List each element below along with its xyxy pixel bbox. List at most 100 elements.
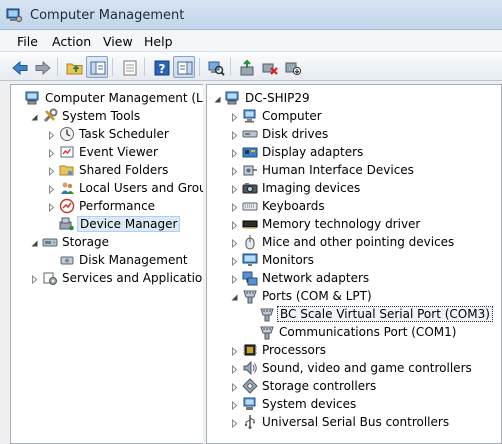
tree-item-label: Display adapters bbox=[262, 145, 364, 159]
collapse-arrow-icon[interactable] bbox=[213, 93, 222, 103]
expand-arrow-icon[interactable] bbox=[230, 183, 239, 195]
help-icon: ? bbox=[154, 60, 170, 76]
scan-hardware-changes-button[interactable] bbox=[204, 56, 226, 78]
monitor-icon bbox=[242, 252, 258, 268]
storage-controller-icon bbox=[242, 378, 258, 394]
show-hide-console-tree-button[interactable] bbox=[86, 56, 108, 78]
back-arrow-icon bbox=[12, 60, 28, 76]
tree-item-label: Universal Serial Bus controllers bbox=[262, 415, 450, 429]
memory-icon bbox=[242, 216, 258, 232]
computer-root-icon bbox=[225, 90, 241, 106]
expand-arrow-icon[interactable] bbox=[47, 183, 56, 195]
system-tools-icon bbox=[42, 108, 58, 124]
tree-item-label: Mice and other pointing devices bbox=[262, 235, 455, 249]
back-button[interactable] bbox=[8, 56, 30, 78]
uninstall-icon bbox=[262, 63, 278, 75]
expand-arrow-icon[interactable] bbox=[230, 129, 239, 141]
keyboard-icon bbox=[242, 198, 258, 214]
expand-arrow-icon[interactable] bbox=[230, 111, 239, 123]
disk-drive-icon bbox=[242, 126, 258, 142]
expand-arrow-icon[interactable] bbox=[47, 165, 56, 177]
tree-item-label: Device Manager bbox=[77, 216, 181, 232]
tree-item-label: DC-SHIP29 bbox=[245, 91, 310, 105]
usb-icon bbox=[242, 414, 258, 430]
tree-item-label: System Tools bbox=[62, 109, 141, 123]
tree-item-label: Computer Management (Local bbox=[45, 91, 203, 105]
tree-item-label: Shared Folders bbox=[79, 163, 169, 177]
tree-item-label: Storage controllers bbox=[262, 379, 377, 393]
console-tree-pane[interactable]: Computer Management (Local System Tools Ta… bbox=[10, 84, 203, 444]
collapse-arrow-icon[interactable] bbox=[30, 111, 39, 121]
expand-arrow-icon[interactable] bbox=[230, 381, 239, 393]
disable-device-button[interactable] bbox=[281, 56, 303, 78]
export-list-button[interactable] bbox=[118, 56, 140, 78]
expand-arrow-icon[interactable] bbox=[47, 201, 56, 213]
expand-arrow-icon[interactable] bbox=[230, 237, 239, 249]
port-icon bbox=[242, 288, 258, 304]
tree-item-label: Monitors bbox=[262, 253, 314, 267]
mouse-icon bbox=[242, 234, 258, 250]
device-tree-pane[interactable]: DC-SHIP29 Computer Disk drives Display adap… bbox=[206, 84, 502, 444]
menu-view[interactable]: View bbox=[103, 34, 133, 49]
tree-item-label: BC Scale Virtual Serial Port (COM3) bbox=[277, 306, 493, 322]
tree-item-label: Communications Port (COM1) bbox=[279, 325, 457, 339]
tree-item-label: Event Viewer bbox=[79, 145, 158, 159]
action-pane-icon bbox=[177, 61, 193, 75]
update-driver-icon bbox=[240, 59, 254, 76]
menu-file[interactable]: File bbox=[17, 34, 38, 49]
expand-arrow-icon[interactable] bbox=[230, 399, 239, 411]
tree-item-label: Imaging devices bbox=[262, 181, 361, 195]
tree-item-label: Keyboards bbox=[262, 199, 325, 213]
title-bar[interactable]: Computer Management bbox=[0, 0, 502, 30]
expand-arrow-icon[interactable] bbox=[230, 273, 239, 285]
tree-item-label: Task Scheduler bbox=[79, 127, 169, 141]
menu-action[interactable]: Action bbox=[52, 34, 91, 49]
update-driver-button[interactable] bbox=[235, 56, 257, 78]
expand-arrow-icon[interactable] bbox=[230, 345, 239, 357]
collapse-arrow-icon[interactable] bbox=[230, 291, 239, 301]
imaging-icon bbox=[242, 180, 258, 196]
tree-item-label: Storage bbox=[62, 235, 109, 249]
shared-folders-icon bbox=[59, 162, 75, 178]
expand-arrow-icon[interactable] bbox=[230, 219, 239, 231]
folder-up-icon bbox=[66, 63, 83, 75]
expand-arrow-icon[interactable] bbox=[230, 201, 239, 213]
computer-icon bbox=[242, 108, 258, 124]
tree-item-label: Local Users and Groups bbox=[79, 181, 203, 195]
forward-button[interactable] bbox=[31, 56, 53, 78]
computer-management-icon bbox=[25, 90, 41, 106]
menu-bar: File Action View Help bbox=[0, 31, 502, 51]
show-hide-action-pane-button[interactable] bbox=[173, 56, 195, 78]
menu-help[interactable]: Help bbox=[144, 34, 173, 49]
scan-hardware-icon bbox=[208, 61, 225, 76]
services-icon bbox=[42, 270, 58, 286]
tree-item-label: Memory technology driver bbox=[262, 217, 421, 231]
tree-item-label: Ports (COM & LPT) bbox=[262, 289, 372, 303]
expand-arrow-icon[interactable] bbox=[230, 363, 239, 375]
storage-icon bbox=[42, 234, 58, 250]
up-one-level-button[interactable] bbox=[63, 56, 85, 78]
forward-arrow-icon bbox=[35, 60, 51, 76]
tree-item-label: Computer bbox=[262, 109, 322, 123]
expand-arrow-icon[interactable] bbox=[230, 417, 239, 429]
expand-arrow-icon[interactable] bbox=[230, 165, 239, 177]
sound-icon bbox=[242, 360, 258, 376]
expand-arrow-icon[interactable] bbox=[30, 273, 39, 285]
task-scheduler-icon bbox=[59, 126, 75, 142]
hid-icon bbox=[242, 162, 258, 178]
port-icon bbox=[259, 306, 275, 322]
expand-arrow-icon[interactable] bbox=[47, 129, 56, 141]
expand-arrow-icon[interactable] bbox=[47, 147, 56, 159]
collapse-arrow-icon[interactable] bbox=[30, 237, 39, 247]
tree-item-label: Performance bbox=[79, 199, 156, 213]
disable-device-icon bbox=[285, 62, 302, 76]
help-button[interactable]: ? bbox=[150, 56, 172, 78]
event-viewer-icon bbox=[59, 144, 75, 160]
tree-item-label: Disk Management bbox=[79, 253, 188, 267]
expand-arrow-icon[interactable] bbox=[230, 147, 239, 159]
tree-item-label: Network adapters bbox=[262, 271, 370, 285]
list-icon bbox=[123, 60, 137, 76]
uninstall-device-button[interactable] bbox=[258, 56, 280, 78]
device-manager-icon bbox=[59, 216, 75, 232]
expand-arrow-icon[interactable] bbox=[230, 255, 239, 267]
